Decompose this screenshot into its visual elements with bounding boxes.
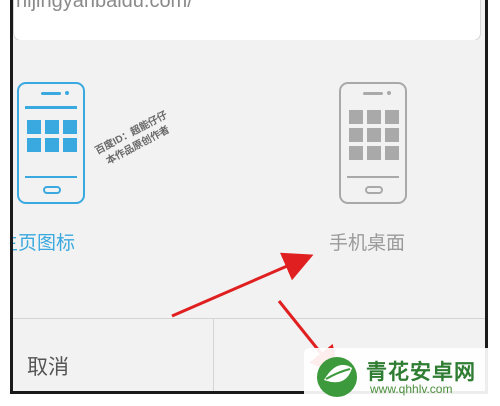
- cancel-label: 取消: [27, 356, 69, 379]
- phone-desktop-option[interactable]: [339, 82, 407, 204]
- phone-home-button: [43, 186, 61, 194]
- app-grid-icon: [27, 120, 77, 152]
- phone-status-line: [25, 106, 77, 109]
- site-logo: 青花安卓网 www.qhhlv.com: [304, 348, 496, 402]
- homepage-icon-option[interactable]: [17, 82, 85, 204]
- url-text: nijingyanbaidu.com/: [16, 0, 193, 12]
- leaf-logo-icon: [317, 357, 357, 397]
- watermark: 百度ID：超能仔仔 本作品原创作者: [93, 109, 177, 171]
- phone-bottom-line: [25, 176, 77, 178]
- phone-bottom-line: [347, 176, 399, 178]
- phone-speaker: [41, 92, 61, 95]
- address-bar[interactable]: nijingyanbaidu.com/: [13, 0, 481, 41]
- phone-camera-dot: [387, 91, 391, 95]
- cancel-button[interactable]: 取消: [13, 319, 213, 391]
- logo-url: www.qhhlv.com: [370, 382, 453, 396]
- app-grid-icon: [349, 110, 399, 160]
- phone-home-button: [365, 186, 383, 194]
- homepage-icon-label[interactable]: 主页图标: [13, 228, 75, 255]
- phone-desktop-label[interactable]: 手机桌面: [329, 228, 405, 255]
- add-to-dialog: 主页图标 百度ID：超能仔仔 本作品原创作者 手机桌面 取消: [13, 40, 485, 391]
- phone-speaker: [363, 92, 383, 95]
- phone-camera-dot: [65, 91, 69, 95]
- screenshot-frame: nijingyanbaidu.com/ 主页图标 百度ID：超能仔仔 本作品原创…: [10, 0, 488, 394]
